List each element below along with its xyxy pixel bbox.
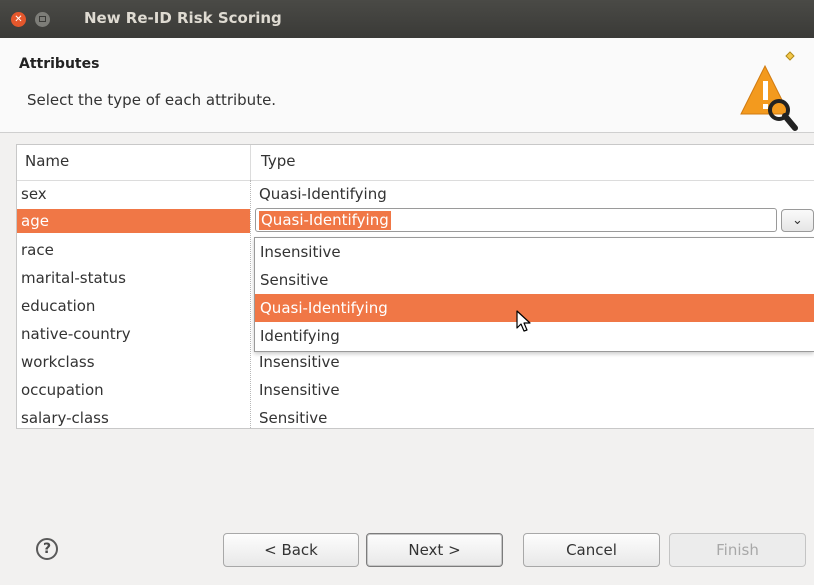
attribute-type[interactable]: Insensitive	[259, 353, 340, 371]
attribute-name: occupation	[21, 381, 104, 399]
combo-selected-value[interactable]: Quasi-Identifying	[259, 211, 391, 230]
attribute-name: salary-class	[21, 409, 109, 427]
attribute-name: sex	[21, 185, 47, 203]
row-selection-highlight	[17, 209, 250, 233]
attribute-name: marital-status	[21, 269, 126, 287]
dropdown-option-insensitive[interactable]: Insensitive	[255, 238, 814, 266]
wizard-header: Attributes Select the type of each attri…	[0, 38, 814, 133]
chevron-down-icon[interactable]: ⌄	[781, 209, 814, 232]
table-row[interactable]: sex Quasi-Identifying	[17, 181, 814, 209]
cancel-button[interactable]: Cancel	[523, 533, 660, 567]
dropdown-option-sensitive[interactable]: Sensitive	[255, 266, 814, 294]
help-icon[interactable]: ?	[36, 538, 58, 560]
dropdown-option-quasi-identifying[interactable]: Quasi-Identifying	[255, 294, 814, 322]
attribute-type[interactable]: Quasi-Identifying	[259, 185, 387, 203]
next-button[interactable]: Next >	[366, 533, 503, 567]
attribute-name: workclass	[21, 353, 95, 371]
page-title: Attributes	[19, 56, 100, 72]
close-window-icon[interactable]: ✕	[11, 12, 26, 27]
table-row[interactable]: salary-class Sensitive	[17, 405, 814, 428]
back-button[interactable]: < Back	[223, 533, 359, 567]
column-header-type[interactable]: Type	[250, 145, 814, 181]
type-dropdown-list: Insensitive Sensitive Quasi-Identifying …	[254, 237, 814, 352]
dropdown-option-identifying[interactable]: Identifying	[255, 322, 814, 350]
attribute-name: native-country	[21, 325, 131, 343]
finish-button[interactable]: Finish	[669, 533, 806, 567]
page-description: Select the type of each attribute.	[27, 91, 277, 109]
attribute-type[interactable]: Sensitive	[259, 409, 327, 427]
column-header-name[interactable]: Name	[17, 145, 257, 181]
title-bar: ✕ New Re-ID Risk Scoring	[0, 0, 814, 38]
table-row[interactable]: occupation Insensitive	[17, 377, 814, 405]
attribute-name: race	[21, 241, 54, 259]
mouse-pointer-icon	[516, 310, 531, 332]
type-combo-box[interactable]: Quasi-Identifying	[255, 208, 777, 232]
minimize-window-icon[interactable]	[35, 12, 50, 27]
risk-warning-icon	[740, 51, 798, 131]
window-title: New Re-ID Risk Scoring	[84, 9, 282, 27]
attribute-name: education	[21, 297, 96, 315]
attribute-type[interactable]: Insensitive	[259, 381, 340, 399]
table-row[interactable]: workclass Insensitive	[17, 349, 814, 377]
attribute-name: age	[21, 212, 49, 230]
